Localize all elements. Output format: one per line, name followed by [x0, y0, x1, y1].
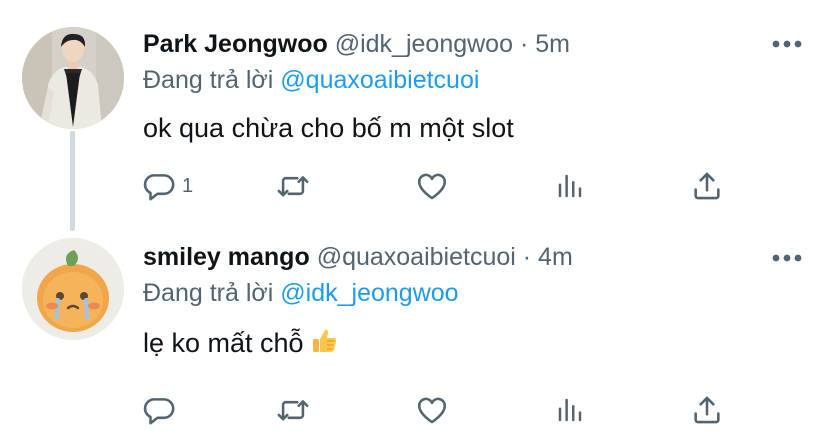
timestamp[interactable]: 4m: [538, 243, 573, 271]
reply-button[interactable]: 1: [142, 166, 193, 206]
replying-to-label: Đang trả lời: [143, 279, 274, 307]
share-button[interactable]: [690, 166, 724, 206]
share-icon: [694, 172, 720, 200]
replying-to-label: Đang trả lời: [143, 66, 274, 94]
reply-button[interactable]: [142, 390, 182, 430]
retweet-icon: [277, 400, 309, 421]
avatar[interactable]: [22, 27, 124, 129]
tweet[interactable]: smiley mango @quaxoaibietcuoi · 4m Đang …: [0, 222, 828, 443]
replying-to-mention[interactable]: @idk_jeongwoo: [280, 279, 458, 307]
tweet-text: ok qua chừa cho bố m một slot: [143, 113, 514, 143]
action-bar: [0, 390, 828, 430]
reply-icon: [143, 398, 175, 425]
separator-dot: ·: [522, 243, 532, 271]
retweet-icon: [277, 176, 309, 197]
tweet-text-container: lẹ ko mất chỗ: [143, 323, 338, 363]
reply-icon: [143, 174, 175, 201]
more-options-button[interactable]: [770, 27, 804, 61]
replying-to-line: Đang trả lời @idk_jeongwoo: [143, 275, 459, 311]
heart-icon: [417, 397, 447, 424]
share-button[interactable]: [690, 390, 724, 430]
tweet-text: lẹ ko mất chỗ: [143, 328, 304, 358]
username-handle[interactable]: @idk_jeongwoo: [335, 30, 513, 58]
retweet-button[interactable]: [275, 166, 311, 206]
timestamp[interactable]: 5m: [535, 30, 570, 58]
action-bar: 1: [0, 166, 828, 206]
avatar[interactable]: [22, 238, 124, 340]
reply-count: 1: [182, 174, 194, 197]
analytics-icon: [558, 174, 582, 198]
replying-to-mention[interactable]: @quaxoaibietcuoi: [280, 66, 479, 94]
like-button[interactable]: [414, 390, 450, 430]
separator-dot: ·: [519, 30, 529, 58]
heart-icon: [417, 173, 447, 200]
tweet[interactable]: Park Jeongwoo @idk_jeongwoo · 5m Đang tr…: [0, 0, 828, 231]
analytics-button[interactable]: [555, 390, 585, 430]
share-icon: [694, 396, 720, 424]
tweet-header: smiley mango @quaxoaibietcuoi · 4m: [143, 239, 573, 275]
like-button[interactable]: [414, 166, 450, 206]
display-name[interactable]: Park Jeongwoo: [143, 30, 328, 58]
replying-to-line: Đang trả lời @quaxoaibietcuoi: [143, 62, 479, 98]
more-horizontal-icon: [772, 254, 802, 262]
display-name[interactable]: smiley mango: [143, 243, 310, 271]
tweet-header: Park Jeongwoo @idk_jeongwoo · 5m: [143, 26, 570, 62]
analytics-button[interactable]: [555, 166, 585, 206]
more-options-button[interactable]: [770, 241, 804, 275]
more-horizontal-icon: [772, 40, 802, 48]
analytics-icon: [558, 398, 582, 422]
username-handle[interactable]: @quaxoaibietcuoi: [317, 243, 516, 271]
retweet-button[interactable]: [275, 390, 311, 430]
thumbs-up-icon: [310, 326, 338, 366]
